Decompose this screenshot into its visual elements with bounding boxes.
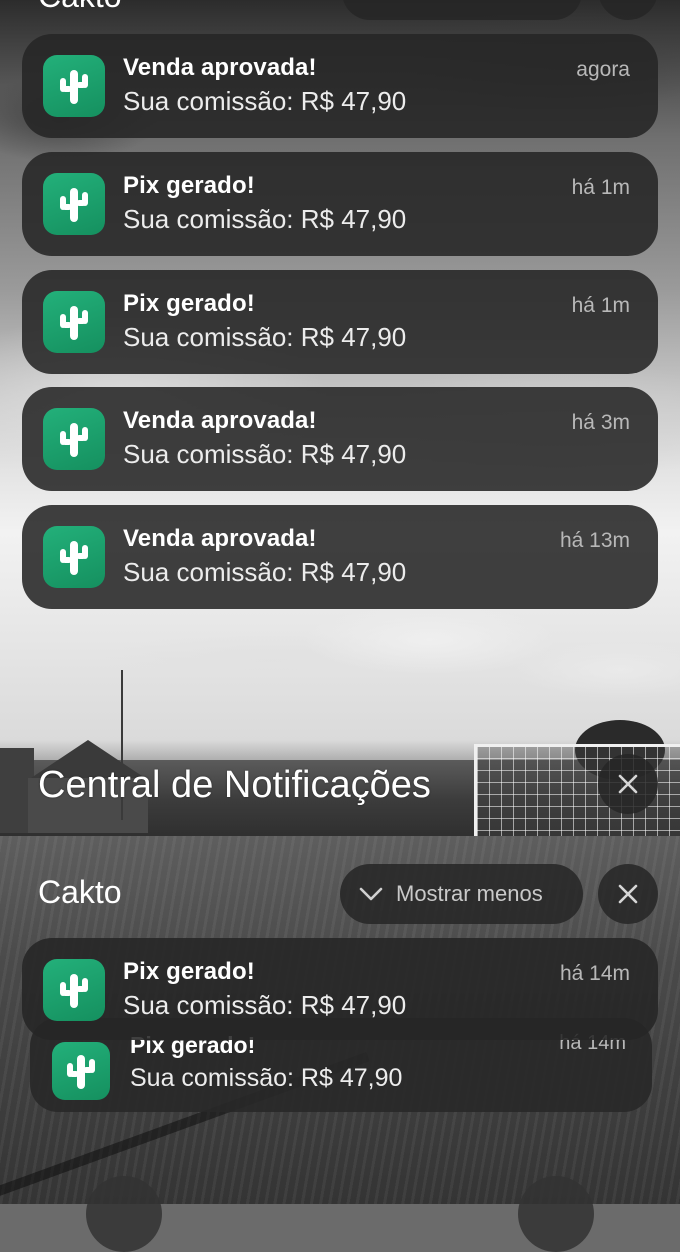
notification-card[interactable]: Pix gerado! Sua comissão: R$ 47,90 há 1m xyxy=(22,152,658,256)
cactus-icon xyxy=(60,188,88,222)
cactus-icon xyxy=(60,423,88,457)
notification-card[interactable]: Pix gerado! Sua comissão: R$ 47,90 há 14… xyxy=(22,938,658,1040)
group-close-button[interactable] xyxy=(598,864,658,924)
notification-body: Sua comissão: R$ 47,90 xyxy=(123,86,407,116)
show-less-label: Mostrar menos xyxy=(396,881,543,906)
cactus-icon xyxy=(60,974,88,1008)
clear-all-button[interactable] xyxy=(598,754,658,814)
notification-body: Sua comissão: R$ 47,90 xyxy=(123,204,407,234)
camera-button[interactable] xyxy=(518,1176,594,1252)
notification-body: Sua comissão: R$ 47,90 xyxy=(123,990,407,1020)
top-group-label: Cakto xyxy=(38,0,122,15)
notification-card[interactable]: Venda aprovada! Sua comissão: R$ 47,90 a… xyxy=(22,34,658,138)
notification-title: Venda aprovada! xyxy=(123,525,317,552)
cakto-app-icon xyxy=(43,173,105,235)
notification-title: Pix gerado! xyxy=(123,172,255,199)
cactus-icon xyxy=(60,306,88,340)
group-label: Cakto xyxy=(38,874,122,910)
notification-card[interactable]: Venda aprovada! Sua comissão: R$ 47,90 h… xyxy=(22,505,658,609)
cakto-app-icon xyxy=(43,55,105,117)
notification-title: Venda aprovada! xyxy=(123,407,317,434)
notification-card[interactable]: Pix gerado! Sua comissão: R$ 47,90 há 1m xyxy=(22,270,658,374)
notification-center-title: Central de Notificações xyxy=(38,764,431,806)
close-icon xyxy=(618,884,638,904)
notification-title: Pix gerado! xyxy=(123,290,255,317)
notification-body: Sua comissão: R$ 47,90 xyxy=(130,1064,403,1092)
cakto-app-icon xyxy=(43,959,105,1021)
notification-body: Sua comissão: R$ 47,90 xyxy=(123,439,407,469)
notification-card[interactable]: Venda aprovada! Sua comissão: R$ 47,90 h… xyxy=(22,387,658,491)
top-show-less-button[interactable] xyxy=(342,0,582,20)
notification-body: Sua comissão: R$ 47,90 xyxy=(123,322,407,352)
cactus-icon xyxy=(60,70,88,104)
cakto-app-icon xyxy=(43,291,105,353)
close-icon xyxy=(618,774,638,794)
notification-title: Pix gerado! xyxy=(123,958,255,985)
notification-time: agora xyxy=(576,58,630,81)
notification-title: Venda aprovada! xyxy=(123,54,317,81)
notification-time: há 14m xyxy=(559,962,630,985)
flashlight-button[interactable] xyxy=(86,1176,162,1252)
notification-time: há 1m xyxy=(571,294,630,317)
notification-body: Sua comissão: R$ 47,90 xyxy=(123,557,407,587)
show-less-button[interactable]: Mostrar menos xyxy=(340,864,583,924)
cactus-icon xyxy=(67,1055,95,1089)
chevron-down-icon xyxy=(359,887,383,901)
cakto-app-icon xyxy=(43,408,105,470)
cakto-app-icon xyxy=(43,526,105,588)
notification-time: há 1m xyxy=(571,176,630,199)
cakto-app-icon xyxy=(52,1042,110,1100)
notification-time: há 3m xyxy=(571,411,630,434)
cactus-icon xyxy=(60,541,88,575)
notification-time: há 13m xyxy=(559,529,630,552)
